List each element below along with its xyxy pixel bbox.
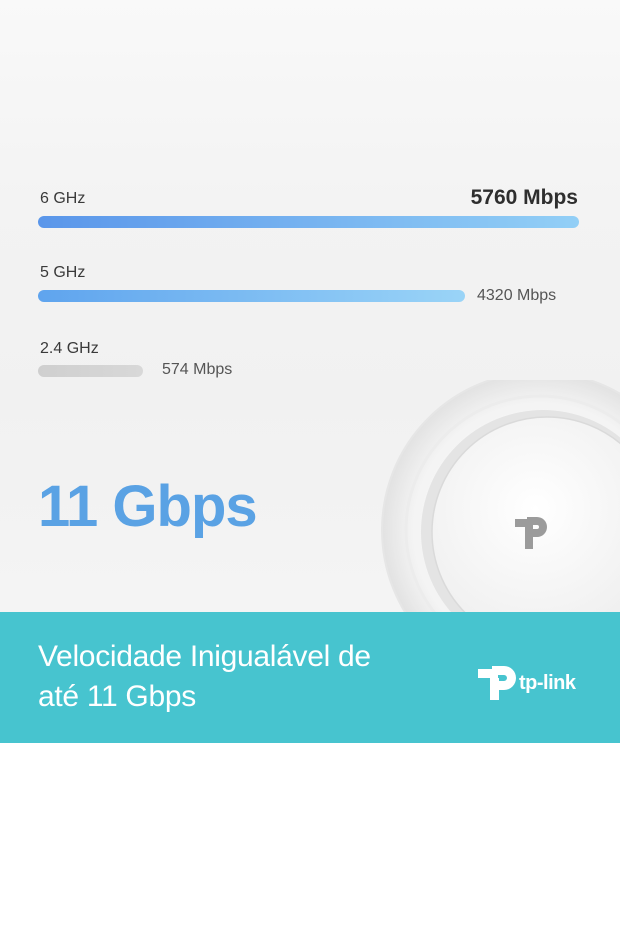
headline-text: Velocidade Inigualável de até 11 Gbps xyxy=(38,637,418,717)
band-label-6ghz: 6 GHz xyxy=(40,190,86,207)
brand-name: tp-link xyxy=(519,672,576,694)
band-value-2-4ghz: 574 Mbps xyxy=(162,361,233,378)
product-banner: 6 GHz 5760 Mbps 5 GHz 4320 Mbps 2.4 GHz … xyxy=(0,0,620,930)
band-label-5ghz: 5 GHz xyxy=(40,264,86,281)
bottom-padding xyxy=(0,743,620,930)
speed-bar-2-4ghz xyxy=(38,365,143,377)
total-speed: 11 Gbps xyxy=(38,474,258,539)
band-value-5ghz: 4320 Mbps xyxy=(477,287,557,304)
speed-bar-5ghz xyxy=(38,290,465,302)
headline-line-1: Velocidade Inigualável de xyxy=(38,640,371,673)
headline-line-2: até 11 Gbps xyxy=(38,680,196,713)
band-label-2-4ghz: 2.4 GHz xyxy=(40,340,99,357)
speed-bar-6ghz xyxy=(38,216,579,228)
band-value-6ghz: 5760 Mbps xyxy=(470,186,578,209)
